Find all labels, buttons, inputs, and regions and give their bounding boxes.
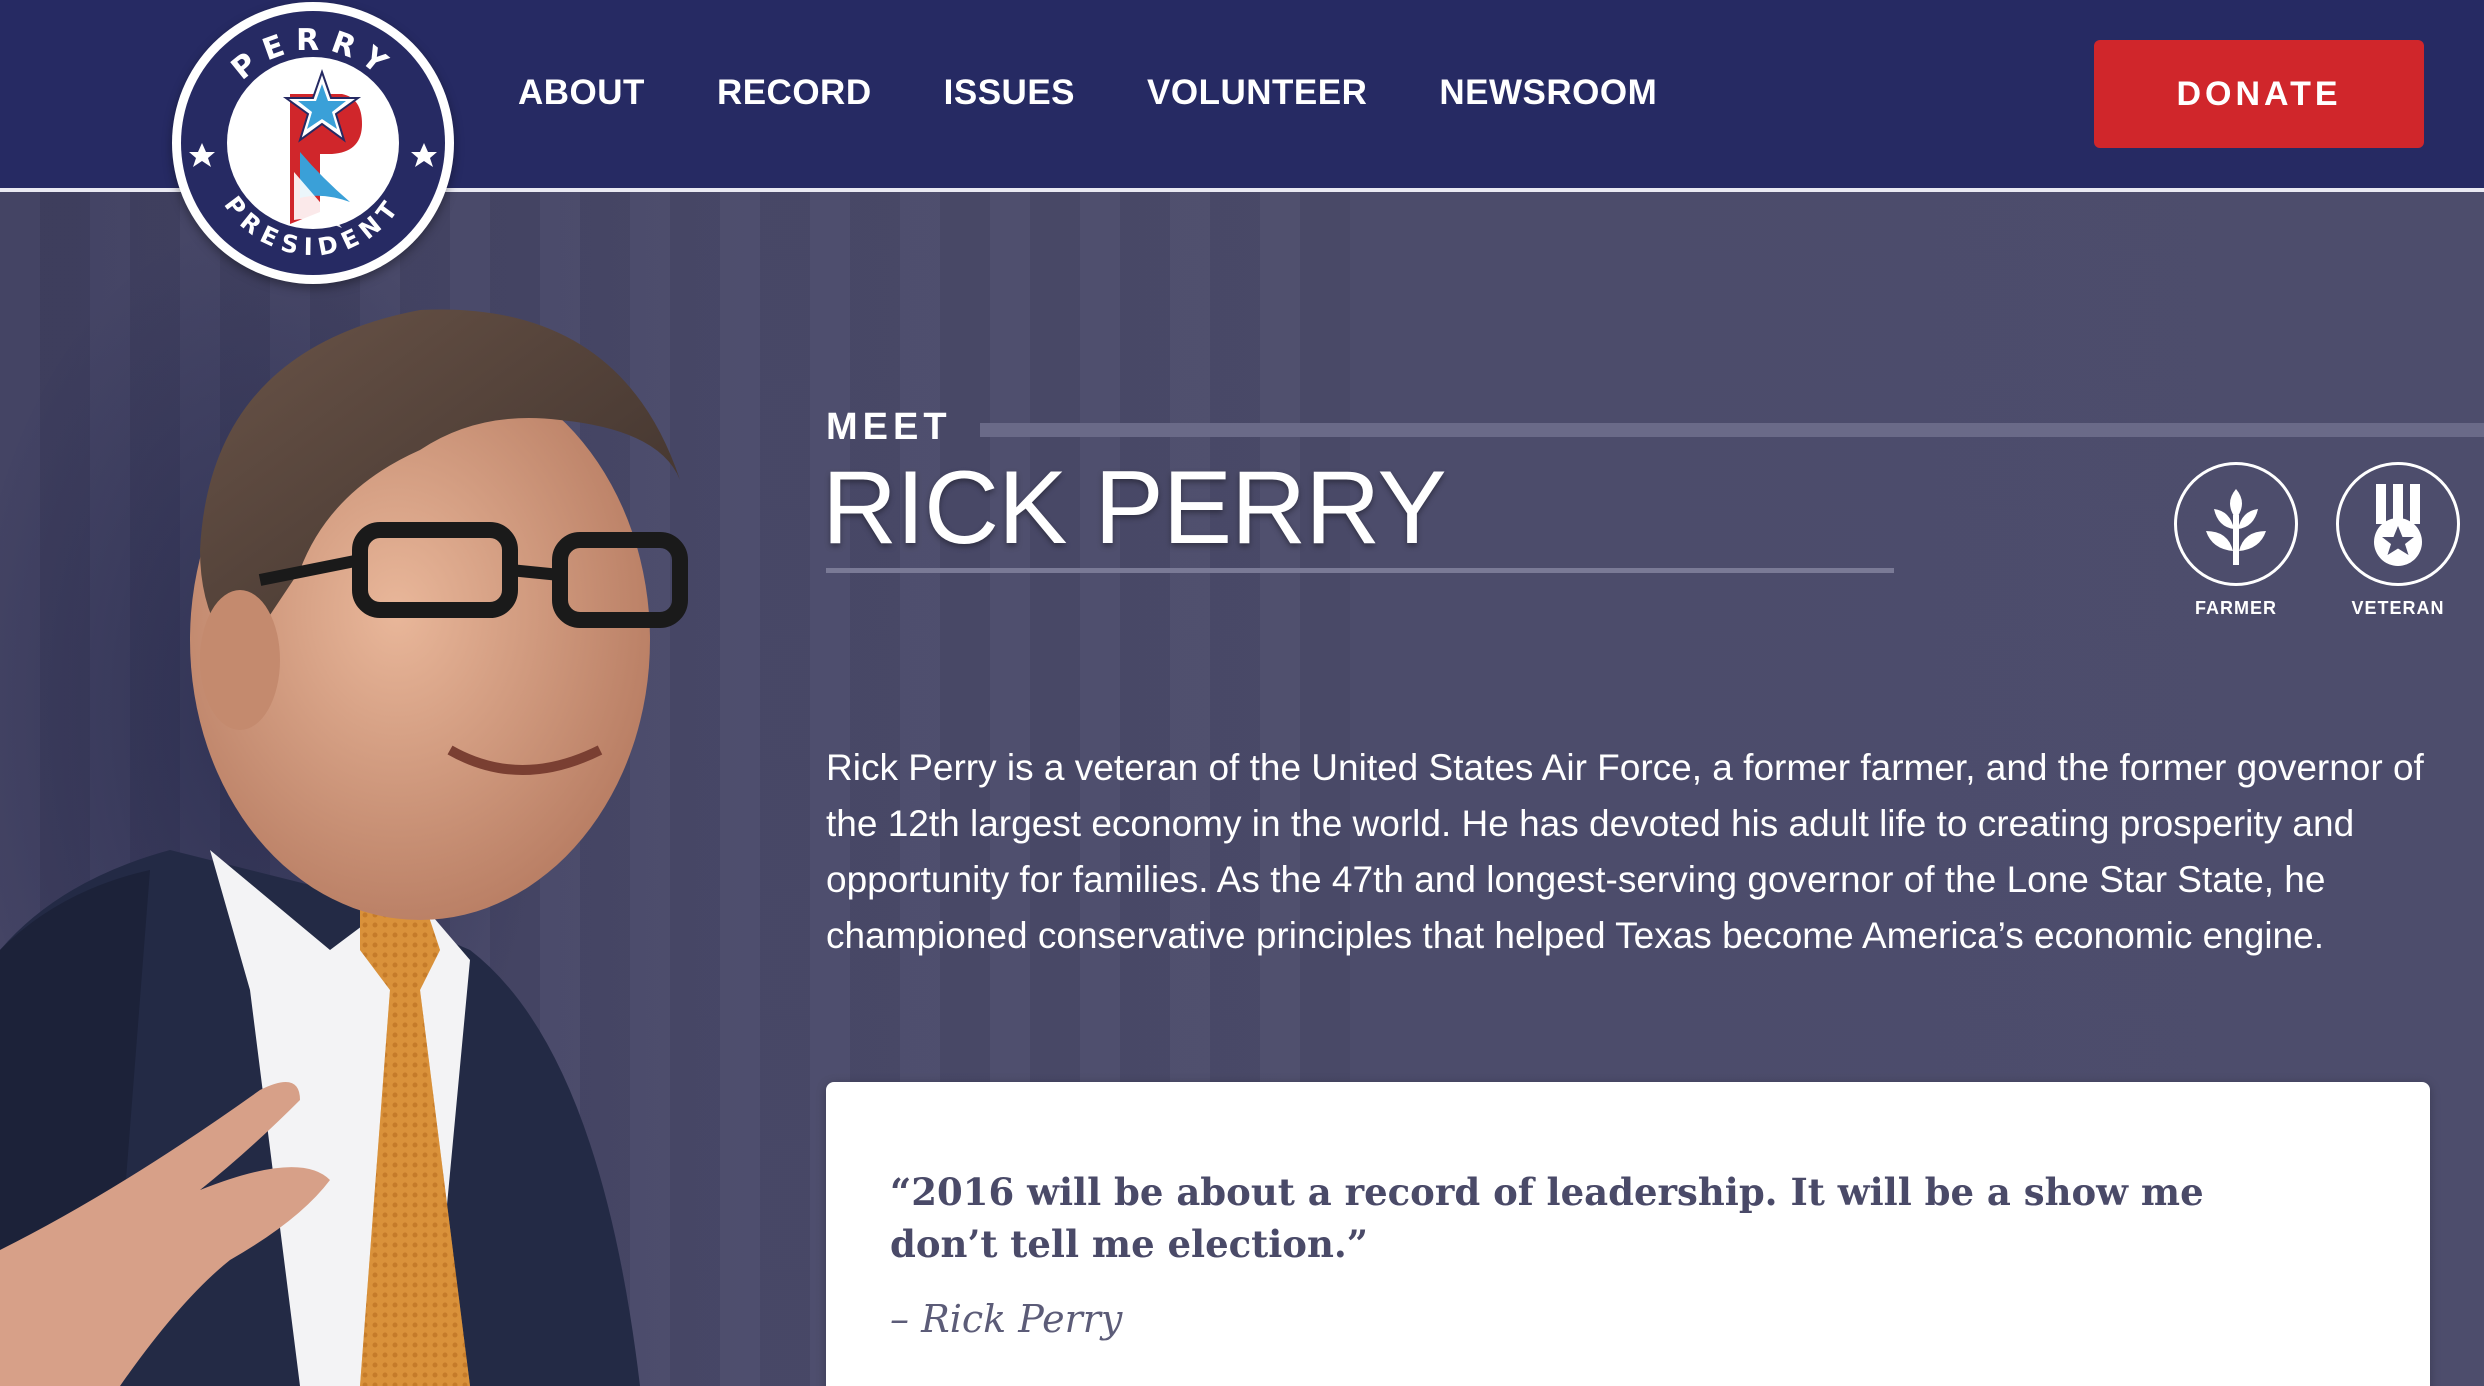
farmer-badge[interactable]: FARMER (2172, 462, 2300, 619)
quote-text: “2016 will be about a record of leadersh… (890, 1170, 2204, 1266)
perry-president-logo[interactable]: PERRY PRESIDENT (172, 2, 454, 284)
page: ABOUT RECORD ISSUES VOLUNTEER NEWSROOM D… (0, 0, 2484, 1386)
name-underline (826, 568, 1894, 573)
quote-card: “2016 will be about a record of leadersh… (826, 1082, 2430, 1386)
meet-divider (980, 423, 2484, 437)
nav-record-link[interactable]: RECORD (717, 68, 872, 118)
nav-newsroom-link[interactable]: NEWSROOM (1439, 68, 1657, 118)
quote-attribution: – Rick Perry (890, 1297, 1123, 1341)
donate-button[interactable]: DONATE (2094, 40, 2424, 148)
candidate-name: RICK PERRY (822, 450, 1447, 566)
candidate-bio: Rick Perry is a veteran of the United St… (826, 747, 2424, 956)
nav-volunteer-link[interactable]: VOLUNTEER (1147, 68, 1367, 118)
nav-issues-link[interactable]: ISSUES (944, 68, 1075, 118)
farmer-badge-label: FARMER (2195, 598, 2277, 618)
candidate-portrait (0, 190, 900, 1386)
nav-about-link[interactable]: ABOUT (518, 68, 645, 118)
veteran-badge[interactable]: VETERAN (2334, 462, 2462, 619)
main-nav: ABOUT RECORD ISSUES VOLUNTEER NEWSROOM (518, 68, 1657, 118)
star-p-logo-icon: PERRY PRESIDENT (174, 4, 452, 282)
medal-star-icon (2336, 462, 2460, 586)
wheat-sprout-icon (2174, 462, 2298, 586)
veteran-badge-label: VETERAN (2351, 598, 2445, 618)
